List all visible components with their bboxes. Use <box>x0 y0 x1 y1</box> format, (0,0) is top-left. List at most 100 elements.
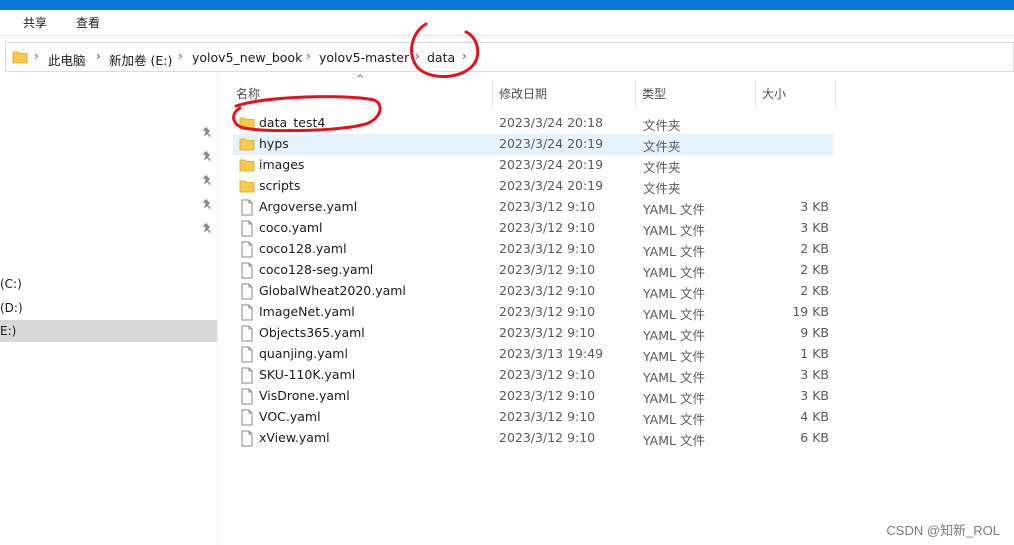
file-modified-date: 2023/3/12 9:10 <box>499 367 596 382</box>
file-row[interactable]: ImageNet.yaml 2023/3/12 9:10 YAML 文件 19 KB <box>233 302 833 323</box>
breadcrumb-yolov5-new-book[interactable]: yolov5_new_book <box>192 50 302 65</box>
file-name: VOC.yaml <box>259 409 321 424</box>
folder-icon <box>239 136 255 153</box>
file-type: YAML 文件 <box>643 223 705 238</box>
file-size: 6 KB <box>800 430 829 445</box>
file-name: scripts <box>259 178 301 193</box>
file-row[interactable]: Argoverse.yaml 2023/3/12 9:10 YAML 文件 3 KB <box>233 197 833 218</box>
file-type: 文件夹 <box>643 139 681 154</box>
file-row[interactable]: SKU-110K.yaml 2023/3/12 9:10 YAML 文件 3 KB <box>233 365 833 386</box>
nav-drive-e[interactable]: E:) <box>0 320 217 342</box>
file-name: quanjing.yaml <box>259 346 348 361</box>
file-modified-date: 2023/3/12 9:10 <box>499 283 596 298</box>
chevron-right-icon[interactable]: › <box>462 49 467 63</box>
file-icon <box>239 325 255 342</box>
file-name: VisDrone.yaml <box>259 388 350 403</box>
file-type: YAML 文件 <box>643 328 705 343</box>
ribbon-tab-share[interactable]: 共享 <box>23 14 47 31</box>
file-row[interactable]: GlobalWheat2020.yaml 2023/3/12 9:10 YAML 文… <box>233 281 833 302</box>
file-name: coco128-seg.yaml <box>259 262 374 277</box>
file-row[interactable]: VOC.yaml 2023/3/12 9:10 YAML 文件 4 KB <box>233 407 833 428</box>
pin-icon[interactable] <box>202 174 214 186</box>
file-modified-date: 2023/3/12 9:10 <box>499 325 596 340</box>
file-modified-date: 2023/3/12 9:10 <box>499 262 596 277</box>
breadcrumb-data[interactable]: data <box>427 50 455 65</box>
file-type: YAML 文件 <box>643 412 705 427</box>
pin-icon[interactable] <box>202 198 214 210</box>
file-modified-date: 2023/3/24 20:19 <box>499 136 604 151</box>
file-icon <box>239 220 255 237</box>
file-type: 文件夹 <box>643 181 681 196</box>
column-header-date[interactable]: 修改日期 <box>493 80 636 108</box>
file-row[interactable]: coco.yaml 2023/3/12 9:10 YAML 文件 3 KB <box>233 218 833 239</box>
file-modified-date: 2023/3/24 20:19 <box>499 178 604 193</box>
column-header-name[interactable]: 名称 <box>230 80 493 108</box>
file-size: 3 KB <box>800 220 829 235</box>
file-row[interactable]: quanjing.yaml 2023/3/13 19:49 YAML 文件 1 KB <box>233 344 833 365</box>
pin-icon[interactable] <box>202 126 214 138</box>
file-type: YAML 文件 <box>643 265 705 280</box>
file-icon <box>239 346 255 363</box>
column-header-type[interactable]: 类型 <box>636 80 756 108</box>
file-name: coco128.yaml <box>259 241 347 256</box>
file-type: YAML 文件 <box>643 286 705 301</box>
ribbon: 共享 查看 <box>0 10 1014 36</box>
pin-icon[interactable] <box>202 150 214 162</box>
breadcrumb-drive-e[interactable]: 新加卷 (E:) <box>109 50 172 69</box>
file-icon <box>239 262 255 279</box>
file-row[interactable]: images 2023/3/24 20:19 文件夹 <box>233 155 833 176</box>
breadcrumb-yolov5-master[interactable]: yolov5-master <box>319 50 409 65</box>
file-row[interactable]: coco128-seg.yaml 2023/3/12 9:10 YAML 文件 2 K… <box>233 260 833 281</box>
file-row[interactable]: scripts 2023/3/24 20:19 文件夹 <box>233 176 833 197</box>
file-name: Argoverse.yaml <box>259 199 358 214</box>
file-type: YAML 文件 <box>643 202 705 217</box>
file-modified-date: 2023/3/13 19:49 <box>499 346 604 361</box>
chevron-right-icon[interactable]: › <box>306 49 311 63</box>
file-row[interactable]: Objects365.yaml 2023/3/12 9:10 YAML 文件 9 KB <box>233 323 833 344</box>
file-modified-date: 2023/3/12 9:10 <box>499 304 596 319</box>
chevron-right-icon[interactable]: › <box>178 49 183 63</box>
file-modified-date: 2023/3/12 9:10 <box>499 199 596 214</box>
file-modified-date: 2023/3/12 9:10 <box>499 241 596 256</box>
file-row[interactable]: VisDrone.yaml 2023/3/12 9:10 YAML 文件 3 KB <box>233 386 833 407</box>
file-name: xView.yaml <box>259 430 330 445</box>
file-name: coco.yaml <box>259 220 323 235</box>
file-icon <box>239 241 255 258</box>
pin-icon[interactable] <box>202 222 214 234</box>
ribbon-tab-view[interactable]: 查看 <box>76 14 100 31</box>
folder-icon <box>239 115 255 132</box>
file-size: 2 KB <box>800 241 829 256</box>
file-modified-date: 2023/3/24 20:18 <box>499 115 604 130</box>
file-row[interactable]: coco128.yaml 2023/3/12 9:10 YAML 文件 2 KB <box>233 239 833 260</box>
folder-icon <box>239 178 255 195</box>
file-type: 文件夹 <box>643 118 681 133</box>
breadcrumb-this-pc[interactable]: 此电脑 <box>48 50 86 69</box>
file-modified-date: 2023/3/12 9:10 <box>499 220 596 235</box>
file-row[interactable]: hyps 2023/3/24 20:19 文件夹 <box>233 134 833 155</box>
file-row[interactable]: data_test4 2023/3/24 20:18 文件夹 <box>233 113 833 134</box>
nav-drive-d[interactable]: (D:) <box>0 297 217 319</box>
column-header-size[interactable]: 大小 <box>756 80 836 108</box>
file-type: YAML 文件 <box>643 370 705 385</box>
file-size: 1 KB <box>800 346 829 361</box>
navigation-pane: (C:) (D:) E:) <box>0 73 218 545</box>
file-size: 3 KB <box>800 199 829 214</box>
file-row[interactable]: xView.yaml 2023/3/12 9:10 YAML 文件 6 KB <box>233 428 833 449</box>
file-name: Objects365.yaml <box>259 325 365 340</box>
file-type: YAML 文件 <box>643 349 705 364</box>
file-size: 9 KB <box>800 325 829 340</box>
file-icon <box>239 430 255 447</box>
file-icon <box>239 199 255 216</box>
file-type: 文件夹 <box>643 160 681 175</box>
chevron-right-icon[interactable]: › <box>415 49 420 63</box>
chevron-right-icon[interactable]: › <box>34 49 39 63</box>
file-size: 3 KB <box>800 388 829 403</box>
file-name: SKU-110K.yaml <box>259 367 356 382</box>
file-size: 2 KB <box>800 262 829 277</box>
folder-icon <box>239 157 255 174</box>
file-name: images <box>259 157 305 172</box>
nav-drive-c[interactable]: (C:) <box>0 273 217 295</box>
folder-icon <box>12 51 28 64</box>
address-bar[interactable]: › 此电脑 › 新加卷 (E:) › yolov5_new_book › yol… <box>5 42 1014 72</box>
chevron-right-icon[interactable]: › <box>96 49 101 63</box>
